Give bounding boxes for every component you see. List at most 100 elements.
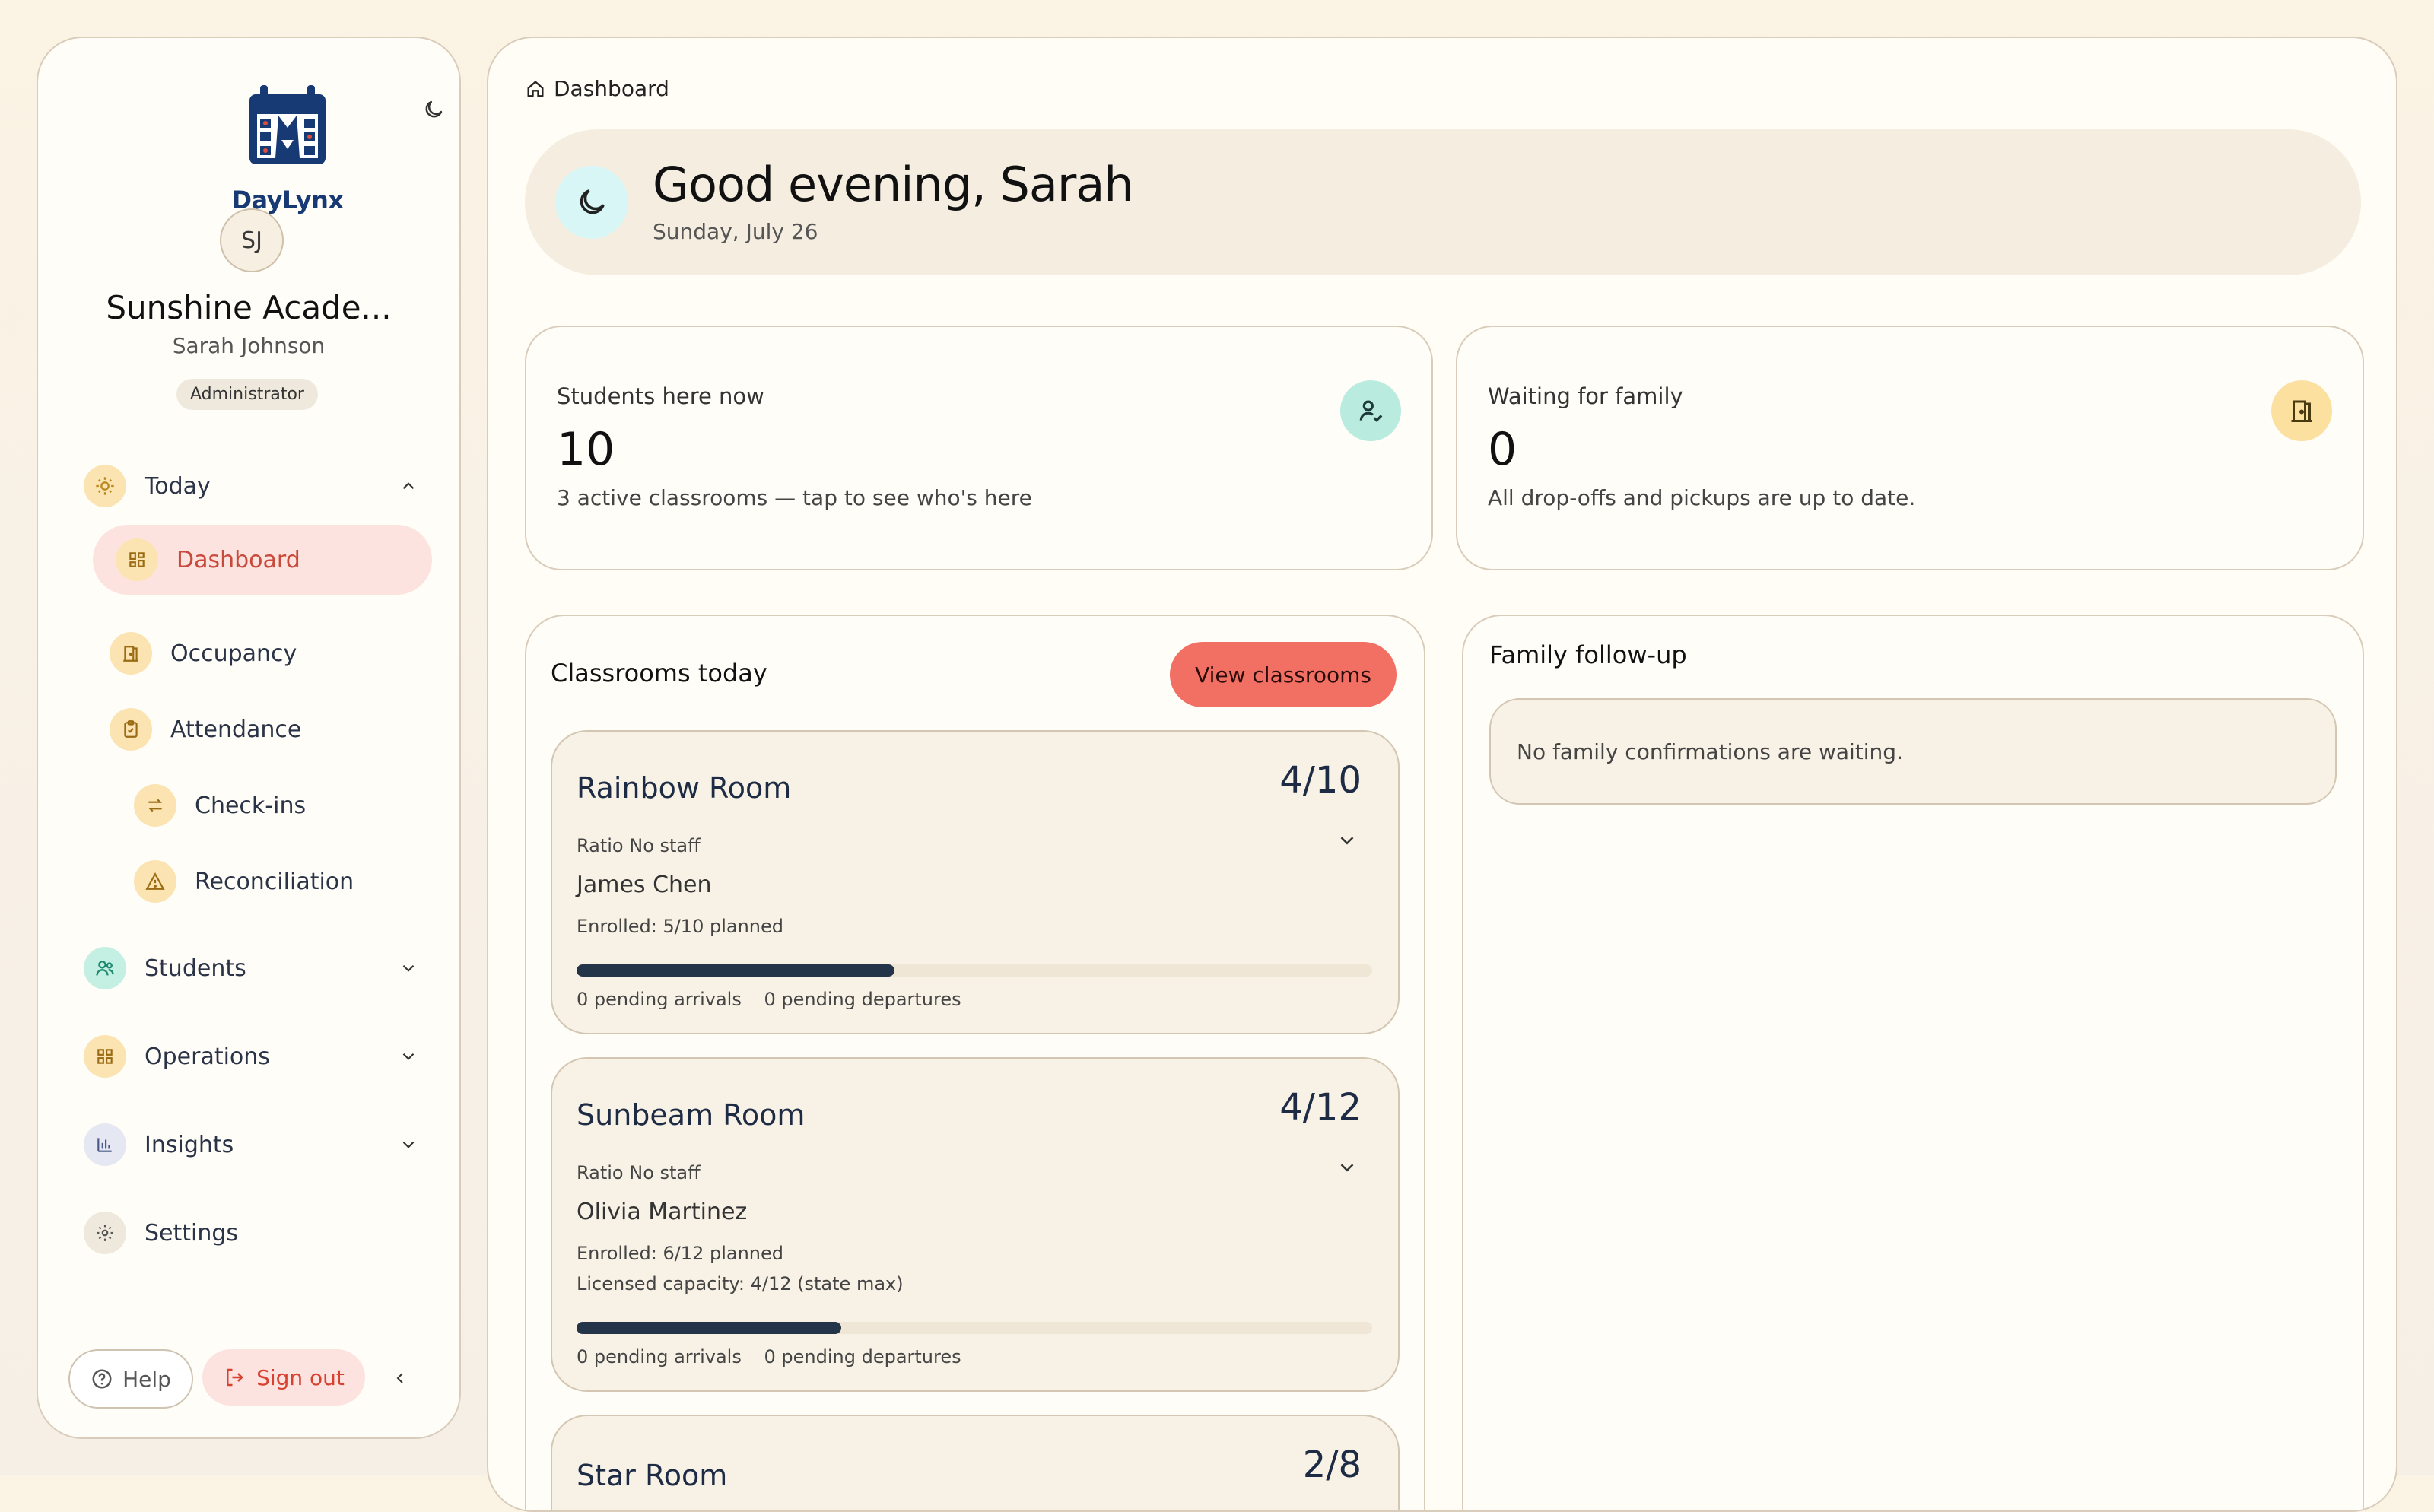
stat-value: 10 <box>557 423 615 476</box>
moon-icon <box>555 166 628 239</box>
nav-label-attendance: Attendance <box>170 716 302 743</box>
door-icon <box>110 632 152 675</box>
chevron-down-icon[interactable] <box>1336 1156 1358 1179</box>
pending-counts: 0 pending arrivals 0 pending departures <box>577 989 961 1010</box>
breadcrumb-label[interactable]: Dashboard <box>554 76 669 101</box>
greeting-title: Good evening, Sarah <box>653 157 1134 212</box>
pending-departures: 0 pending departures <box>764 989 961 1010</box>
stat-card-students-here[interactable]: Students here now 10 3 active classrooms… <box>525 326 1433 570</box>
classrooms-title: Classrooms today <box>551 659 767 688</box>
nav-label-settings: Settings <box>145 1219 239 1247</box>
help-button[interactable]: Help <box>68 1349 193 1409</box>
org-name: Sunshine Acade... <box>106 289 392 326</box>
theme-toggle-button[interactable] <box>396 71 472 148</box>
chevron-down-icon <box>402 1053 415 1060</box>
nav-label-dashboard: Dashboard <box>176 546 300 573</box>
nav-label-students: Students <box>145 955 246 982</box>
gear-icon <box>84 1212 126 1254</box>
nav-group-insights[interactable]: Insights <box>84 1118 462 1171</box>
chevron-down-icon[interactable] <box>1336 829 1358 852</box>
sign-out-button[interactable]: Sign out <box>202 1349 365 1406</box>
classroom-count: 4/10 <box>1279 759 1362 802</box>
followup-empty-state: No family confirmations are waiting. <box>1489 698 2337 805</box>
sidebar-item-dashboard[interactable]: Dashboard <box>93 525 432 595</box>
classroom-count: 4/12 <box>1279 1086 1362 1129</box>
occupancy-bar-fill <box>577 964 895 977</box>
door-icon <box>2271 380 2332 441</box>
stat-label: Waiting for family <box>1488 383 1683 409</box>
sun-icon <box>84 465 126 507</box>
nav-label-reconciliation: Reconciliation <box>195 868 354 895</box>
stat-card-waiting-family[interactable]: Waiting for family 0 All drop-offs and p… <box>1456 326 2364 570</box>
role-badge: Administrator <box>176 379 318 410</box>
sidebar-item-reconciliation[interactable]: Reconciliation <box>134 855 354 908</box>
chevron-down-icon <box>402 1141 415 1148</box>
stat-subtext: 3 active classrooms — tap to see who's h… <box>557 485 1032 510</box>
nav-label-insights: Insights <box>145 1131 234 1158</box>
classroom-card-star[interactable]: Star Room 2/8 <box>551 1415 1400 1510</box>
chevron-down-icon <box>402 964 415 972</box>
classroom-count: 2/8 <box>1302 1444 1362 1486</box>
user-check-icon <box>1340 380 1401 441</box>
greeting-date: Sunday, July 26 <box>653 219 818 244</box>
users-icon <box>84 947 126 989</box>
nav-group-today[interactable]: Today <box>84 459 462 513</box>
sidebar-item-settings[interactable]: Settings <box>84 1206 238 1259</box>
nav-label-operations: Operations <box>145 1043 270 1070</box>
classroom-ratio: Ratio No staff <box>577 835 701 856</box>
followup-title: Family follow-up <box>1489 640 1687 669</box>
calendar-lynx-icon <box>249 85 326 164</box>
occupancy-bar-fill <box>577 1322 842 1334</box>
warning-icon <box>134 860 176 903</box>
sidebar: DayLynx SJ Sunshine Acade... Sarah Johns… <box>37 37 461 1439</box>
grid-icon <box>84 1035 126 1078</box>
pending-arrivals: 0 pending arrivals <box>577 989 742 1010</box>
classroom-capacity: Licensed capacity: 4/12 (state max) <box>577 1273 904 1294</box>
nav-label-today: Today <box>145 472 211 500</box>
occupancy-bar <box>577 964 1372 977</box>
avatar[interactable]: SJ <box>220 208 284 272</box>
breadcrumb: Dashboard <box>525 76 669 101</box>
chevron-left-icon <box>396 1373 403 1383</box>
sidebar-item-attendance[interactable]: Attendance <box>110 703 301 756</box>
logout-icon <box>227 1368 243 1387</box>
user-name: Sarah Johnson <box>172 333 326 358</box>
daylynx-logo[interactable]: DayLynx <box>199 81 376 218</box>
sidebar-item-occupancy[interactable]: Occupancy <box>110 627 297 680</box>
classroom-card-rainbow[interactable]: Rainbow Room 4/10 Ratio No staff James C… <box>551 730 1400 1034</box>
bar-chart-icon <box>84 1123 126 1166</box>
moon-icon <box>425 100 443 118</box>
nav-label-occupancy: Occupancy <box>170 640 297 667</box>
logo-wordmark: DayLynx <box>231 186 344 214</box>
classroom-name: Rainbow Room <box>577 771 792 805</box>
view-classrooms-button[interactable]: View classrooms <box>1170 642 1397 707</box>
help-circle-icon <box>92 1369 112 1389</box>
occupancy-bar <box>577 1322 1372 1334</box>
classroom-ratio: Ratio No staff <box>577 1162 701 1183</box>
classroom-teacher: Olivia Martinez <box>577 1199 748 1225</box>
stat-value: 0 <box>1488 423 1517 476</box>
pending-counts: 0 pending arrivals 0 pending departures <box>577 1346 961 1367</box>
sidebar-item-checkins[interactable]: Check-ins <box>134 779 306 832</box>
swap-arrows-icon <box>134 784 176 827</box>
clipboard-icon <box>110 708 152 751</box>
help-label: Help <box>122 1366 171 1392</box>
sign-out-label: Sign out <box>256 1364 345 1390</box>
home-icon <box>527 81 544 97</box>
pending-departures: 0 pending departures <box>764 1346 961 1367</box>
classroom-enrolled: Enrolled: 6/12 planned <box>577 1243 784 1264</box>
classroom-card-sunbeam[interactable]: Sunbeam Room 4/12 Ratio No staff Olivia … <box>551 1057 1400 1392</box>
collapse-sidebar-button[interactable] <box>383 1361 417 1395</box>
classroom-teacher: James Chen <box>577 872 712 898</box>
stat-label: Students here now <box>557 383 764 409</box>
classroom-name: Star Room <box>577 1459 728 1492</box>
nav-group-operations[interactable]: Operations <box>84 1030 462 1083</box>
pending-arrivals: 0 pending arrivals <box>577 1346 742 1367</box>
nav-label-checkins: Check-ins <box>195 792 307 819</box>
classroom-enrolled: Enrolled: 5/10 planned <box>577 916 784 937</box>
nav-group-students[interactable]: Students <box>84 942 462 995</box>
greeting-banner: Good evening, Sarah Sunday, July 26 <box>525 129 2361 275</box>
classroom-name: Sunbeam Room <box>577 1098 806 1132</box>
stat-subtext: All drop-offs and pickups are up to date… <box>1488 485 1916 510</box>
chevron-up-icon <box>402 482 415 490</box>
